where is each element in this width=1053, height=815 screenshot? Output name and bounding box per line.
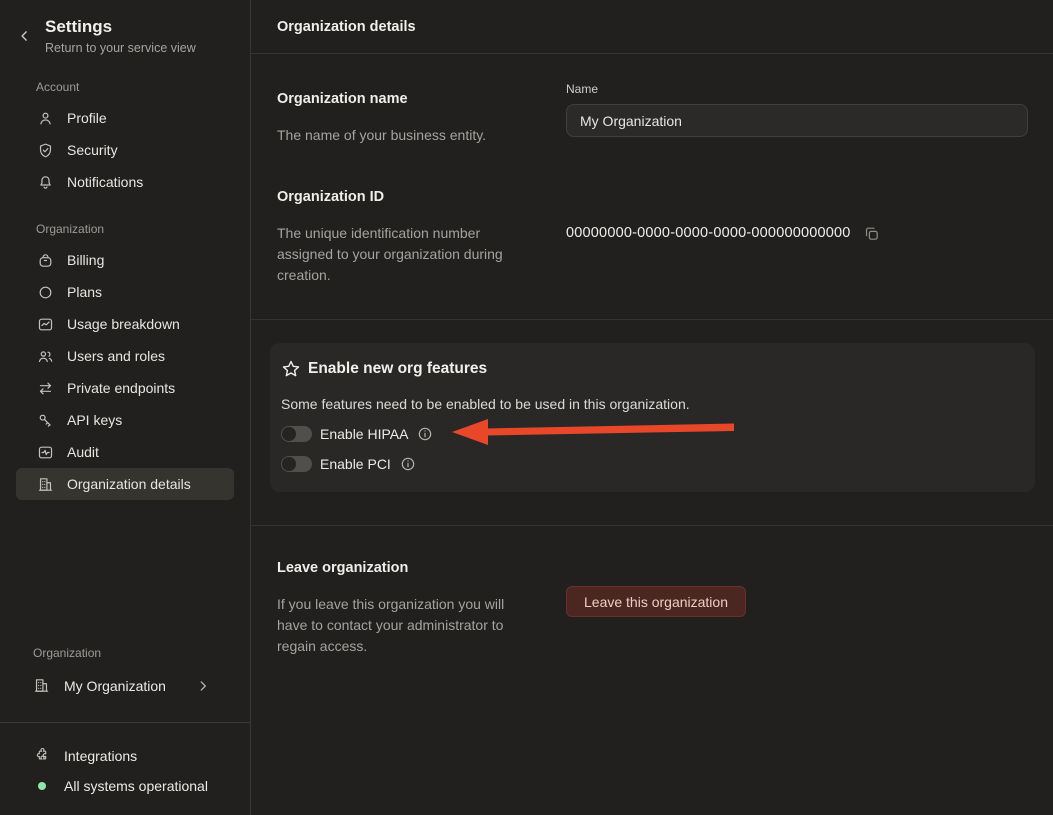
- info-icon: [400, 456, 416, 472]
- sidebar-item-label: Audit: [67, 443, 99, 461]
- toggle-knob: [282, 427, 296, 441]
- sidebar-bottom: Organization My Organization Integration…: [0, 646, 250, 815]
- user-icon: [36, 109, 54, 127]
- org-switcher-label: Organization: [0, 646, 250, 660]
- back-button[interactable]: [18, 26, 38, 46]
- sidebar-item-private-endpoints[interactable]: Private endpoints: [16, 372, 234, 404]
- sidebar-item-label: Usage breakdown: [67, 315, 180, 333]
- enable-pci-toggle[interactable]: [281, 456, 312, 472]
- star-icon: [281, 359, 301, 379]
- integrations-label: Integrations: [64, 747, 137, 765]
- sidebar-item-profile[interactable]: Profile: [16, 102, 234, 134]
- organization-name-input[interactable]: [566, 104, 1028, 137]
- sidebar-item-users-and-roles[interactable]: Users and roles: [16, 340, 234, 372]
- pulse-icon: [36, 443, 54, 461]
- organization-id-value: 00000000-0000-0000-0000-000000000000: [566, 225, 851, 241]
- hipaa-info-button[interactable]: [417, 426, 433, 442]
- status-label: All systems operational: [64, 777, 208, 795]
- chevron-left-icon: [18, 29, 38, 43]
- organization-name-section: Organization name The name of your busin…: [251, 54, 1053, 146]
- organization-name-heading: Organization name: [277, 90, 546, 109]
- copy-icon: [863, 225, 881, 242]
- sidebar-item-label: Notifications: [67, 173, 143, 191]
- key-icon: [36, 411, 54, 429]
- organization-id-description: The unique identification number assigne…: [277, 223, 527, 286]
- organization-nav: Billing Plans Usage breakdown Users and …: [0, 244, 250, 500]
- sidebar-item-label: Security: [67, 141, 118, 159]
- building-icon: [33, 677, 51, 695]
- sidebar-item-plans[interactable]: Plans: [16, 276, 234, 308]
- puzzle-icon: [33, 747, 51, 765]
- sidebar-header: Settings Return to your service view: [0, 0, 250, 56]
- sidebar-title: Settings: [45, 16, 234, 37]
- sidebar-item-label: Profile: [67, 109, 107, 127]
- sidebar-item-audit[interactable]: Audit: [16, 436, 234, 468]
- settings-app: Settings Return to your service view Acc…: [0, 0, 1053, 815]
- settings-sidebar: Settings Return to your service view Acc…: [0, 0, 251, 815]
- chart-icon: [36, 315, 54, 333]
- organization-id-heading: Organization ID: [277, 188, 546, 207]
- sidebar-item-label: Plans: [67, 283, 102, 301]
- leave-organization-section: Leave organization If you leave this org…: [251, 526, 1053, 657]
- organization-name-description: The name of your business entity.: [277, 125, 527, 146]
- org-features-card: Enable new org features Some features ne…: [270, 343, 1035, 492]
- pci-toggle-row: Enable PCI: [281, 456, 1019, 472]
- leave-organization-button[interactable]: Leave this organization: [566, 586, 746, 617]
- swap-arrows-icon: [36, 379, 54, 397]
- shield-icon: [36, 141, 54, 159]
- sidebar-item-api-keys[interactable]: API keys: [16, 404, 234, 436]
- system-status[interactable]: All systems operational: [16, 771, 234, 801]
- sidebar-item-usage-breakdown[interactable]: Usage breakdown: [16, 308, 234, 340]
- info-icon: [417, 426, 433, 442]
- pci-toggle-label: Enable PCI: [320, 456, 391, 472]
- bell-icon: [36, 173, 54, 191]
- sidebar-subtitle: Return to your service view: [45, 40, 234, 56]
- integrations-link[interactable]: Integrations: [16, 741, 234, 771]
- sidebar-item-billing[interactable]: Billing: [16, 244, 234, 276]
- enable-hipaa-toggle[interactable]: [281, 426, 312, 442]
- users-icon: [36, 347, 54, 365]
- name-field-label: Name: [566, 82, 1028, 96]
- pci-info-button[interactable]: [400, 456, 416, 472]
- account-nav: Profile Security Notifications: [0, 102, 250, 198]
- sidebar-item-notifications[interactable]: Notifications: [16, 166, 234, 198]
- org-switcher-value: My Organization: [64, 677, 166, 695]
- copy-button[interactable]: [863, 224, 881, 242]
- org-switcher[interactable]: My Organization: [16, 672, 234, 700]
- hipaa-toggle-label: Enable HIPAA: [320, 426, 408, 442]
- organization-id-section: Organization ID The unique identificatio…: [251, 146, 1053, 286]
- sidebar-item-label: Users and roles: [67, 347, 165, 365]
- leave-organization-heading: Leave organization: [277, 559, 546, 578]
- sidebar-item-label: Private endpoints: [67, 379, 175, 397]
- hipaa-toggle-row: Enable HIPAA: [281, 426, 1019, 442]
- sidebar-item-security[interactable]: Security: [16, 134, 234, 166]
- status-dot-icon: [38, 782, 46, 790]
- section-divider: [251, 319, 1053, 320]
- leave-organization-description: If you leave this organization you will …: [277, 594, 527, 657]
- sidebar-item-label: API keys: [67, 411, 122, 429]
- circle-icon: [36, 283, 54, 301]
- sidebar-footer: Integrations All systems operational: [0, 722, 250, 815]
- organization-section-label: Organization: [0, 222, 250, 236]
- features-card-heading: Enable new org features: [308, 360, 487, 378]
- features-card-description: Some features need to be enabled to be u…: [281, 396, 1019, 412]
- building-icon: [36, 475, 54, 493]
- chevron-right-icon: [196, 679, 210, 693]
- sidebar-item-label: Billing: [67, 251, 104, 269]
- main-content: Organization name The name of your busin…: [251, 54, 1053, 815]
- sidebar-item-organization-details[interactable]: Organization details: [16, 468, 234, 500]
- toggle-knob: [282, 457, 296, 471]
- page-title: Organization details: [277, 19, 416, 35]
- main-header: Organization details: [251, 0, 1053, 54]
- account-section-label: Account: [0, 80, 250, 94]
- purse-icon: [36, 251, 54, 269]
- sidebar-item-label: Organization details: [67, 475, 191, 493]
- main-panel: Organization details Organization name T…: [251, 0, 1053, 815]
